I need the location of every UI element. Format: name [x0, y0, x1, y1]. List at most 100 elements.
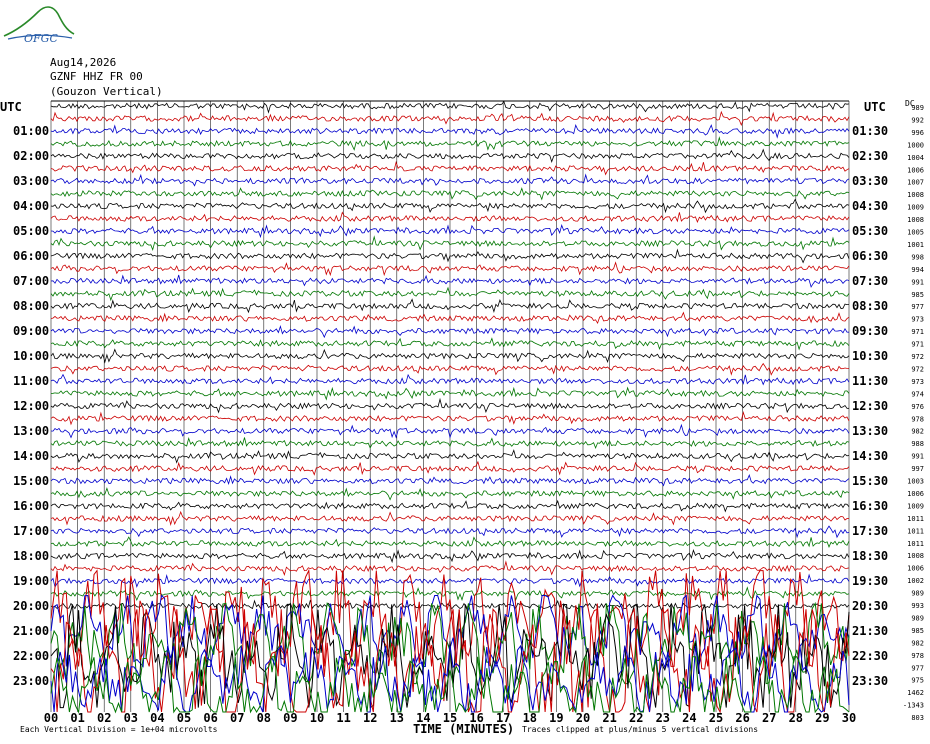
dc-offset-value: 1006 [907, 565, 924, 573]
right-hour-label: 01:30 [852, 124, 888, 138]
minute-tick-label: 18 [523, 711, 537, 725]
right-hour-label: 03:30 [852, 174, 888, 188]
minute-tick-label: 04 [150, 711, 164, 725]
minute-tick-label: 03 [124, 711, 138, 725]
dc-offset-value: 1009 [907, 204, 924, 212]
dc-offset-value: 989 [911, 614, 924, 622]
dc-offset-value: 1005 [907, 229, 924, 237]
dc-offset-value: 1011 [907, 515, 924, 523]
dc-offset-value: 1011 [907, 540, 924, 548]
minute-tick-label: 24 [682, 711, 696, 725]
right-hour-label: 15:30 [852, 474, 888, 488]
minute-tick-label: 14 [416, 711, 430, 725]
minute-tick-label: 30 [842, 711, 856, 725]
right-hour-label: 09:30 [852, 324, 888, 338]
minute-tick-label: 11 [336, 711, 350, 725]
minute-tick-label: 09 [283, 711, 297, 725]
right-hour-label: 04:30 [852, 199, 888, 213]
left-hour-label: 09:00 [13, 324, 49, 338]
right-hour-label: 14:30 [852, 449, 888, 463]
dc-offset-value: 982 [911, 639, 924, 647]
left-hour-label: 21:00 [13, 624, 49, 638]
left-hour-label: 14:00 [13, 449, 49, 463]
dc-offset-value: 973 [911, 316, 924, 324]
dc-offset-value: 972 [911, 365, 924, 373]
minute-tick-label: 16 [469, 711, 483, 725]
dc-offset-value: -1343 [903, 702, 924, 710]
right-hour-label: 11:30 [852, 374, 888, 388]
dc-offset-value: 1004 [907, 154, 924, 162]
dc-offset-value: 1009 [907, 502, 924, 510]
left-hour-label: 04:00 [13, 199, 49, 213]
dc-offset-value: 1003 [907, 478, 924, 486]
minute-tick-label: 13 [390, 711, 404, 725]
left-hour-label: 18:00 [13, 549, 49, 563]
right-hour-label: 05:30 [852, 224, 888, 238]
dc-offset-value: 988 [911, 440, 924, 448]
left-hour-label: 05:00 [13, 224, 49, 238]
dc-offset-value: 1000 [907, 141, 924, 149]
right-hour-label: 23:30 [852, 674, 888, 688]
dc-offset-value: 1008 [907, 191, 924, 199]
left-hour-label: 12:00 [13, 399, 49, 413]
left-hour-label: 11:00 [13, 374, 49, 388]
left-hour-label: 10:00 [13, 349, 49, 363]
dc-offset-value: 978 [911, 652, 924, 660]
left-hour-label: 03:00 [13, 174, 49, 188]
dc-offset-value: 1006 [907, 490, 924, 498]
dc-offset-value: 992 [911, 116, 924, 124]
right-hour-label: 17:30 [852, 524, 888, 538]
dc-offset-value: 994 [911, 266, 924, 274]
dc-offset-value: 971 [911, 328, 924, 336]
dc-offset-value: 1008 [907, 216, 924, 224]
dc-offset-value: 1002 [907, 577, 924, 585]
right-hour-label: 22:30 [852, 649, 888, 663]
right-hour-label: 16:30 [852, 499, 888, 513]
footer-scale-note: Each Vertical Division = 1e+04 microvolt… [20, 725, 218, 734]
minute-tick-label: 27 [762, 711, 776, 725]
dc-offset-value: 989 [911, 590, 924, 598]
right-hour-label: 21:30 [852, 624, 888, 638]
dc-offset-value: 998 [911, 253, 924, 261]
minute-tick-label: 17 [496, 711, 510, 725]
left-hour-label: 17:00 [13, 524, 49, 538]
minute-tick-label: 07 [230, 711, 244, 725]
right-hour-label: 10:30 [852, 349, 888, 363]
minute-tick-label: 15 [443, 711, 457, 725]
right-hour-label: 06:30 [852, 249, 888, 263]
minute-tick-label: 01 [70, 711, 84, 725]
dc-offset-value: 991 [911, 453, 924, 461]
minute-tick-label: 10 [310, 711, 324, 725]
minute-tick-label: 26 [735, 711, 749, 725]
dc-offset-value: 974 [911, 390, 924, 398]
right-hour-label: 08:30 [852, 299, 888, 313]
dc-offset-value: 977 [911, 303, 924, 311]
right-hour-label: 18:30 [852, 549, 888, 563]
minute-tick-label: 00 [44, 711, 58, 725]
left-hour-label: 01:00 [13, 124, 49, 138]
minute-tick-label: 25 [709, 711, 723, 725]
dc-offset-value: 1008 [907, 552, 924, 560]
dc-offset-value: 1006 [907, 166, 924, 174]
right-hour-label: 02:30 [852, 149, 888, 163]
minute-tick-label: 20 [576, 711, 590, 725]
minute-tick-label: 08 [257, 711, 271, 725]
minute-tick-label: 02 [97, 711, 111, 725]
left-hour-label: 20:00 [13, 599, 49, 613]
dc-offset-value: 1011 [907, 527, 924, 535]
right-hour-label: 19:30 [852, 574, 888, 588]
left-hour-label: 19:00 [13, 574, 49, 588]
minute-tick-label: 06 [203, 711, 217, 725]
dc-offset-value: 1001 [907, 241, 924, 249]
dc-offset-value: 985 [911, 291, 924, 299]
left-hour-label: 08:00 [13, 299, 49, 313]
dc-offset-value: 973 [911, 378, 924, 386]
minute-tick-label: 29 [815, 711, 829, 725]
footer-clip-note: Traces clipped at plus/minus 5 vertical … [522, 725, 759, 734]
right-hour-label: 12:30 [852, 399, 888, 413]
left-hour-label: 02:00 [13, 149, 49, 163]
right-hour-label: 20:30 [852, 599, 888, 613]
dc-offset-value: 803 [911, 714, 924, 722]
minute-tick-label: 22 [629, 711, 643, 725]
dc-offset-value: 997 [911, 465, 924, 473]
